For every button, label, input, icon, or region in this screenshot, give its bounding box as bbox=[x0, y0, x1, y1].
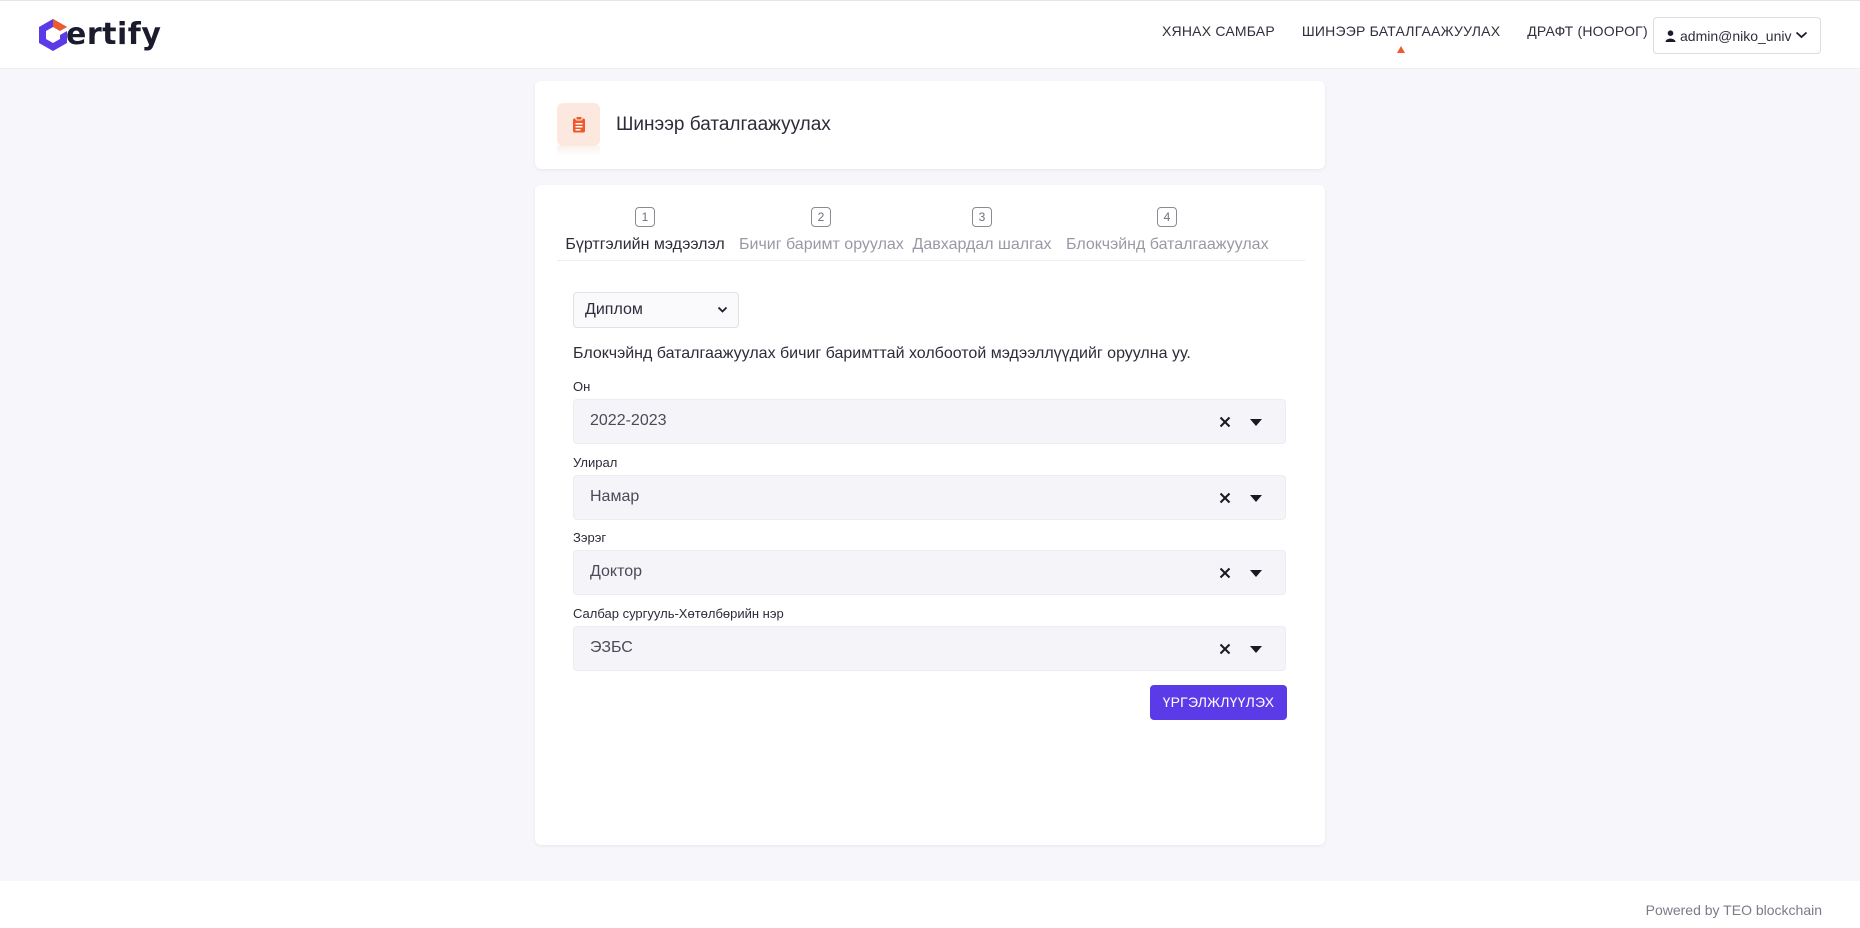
step-number: 3 bbox=[972, 207, 992, 227]
footer: Powered by TEO blockchain bbox=[0, 881, 1860, 928]
form-hint: Блокчэйнд баталгаажуулах бичиг баримттай… bbox=[573, 345, 1191, 362]
document-type-select[interactable]: Диплом bbox=[573, 292, 739, 328]
step-blockchain-verify[interactable]: 4 Блокчэйнд баталгаажуулах bbox=[1066, 207, 1269, 254]
clear-icon[interactable] bbox=[1217, 565, 1233, 581]
powered-by-text: Powered by TEO blockchain bbox=[1645, 902, 1822, 918]
school-program-select[interactable]: ЭЗБС bbox=[573, 626, 1286, 671]
clear-icon[interactable] bbox=[1217, 641, 1233, 657]
dropdown-arrow-icon[interactable] bbox=[1250, 570, 1262, 577]
step-number: 4 bbox=[1157, 207, 1177, 227]
page-title: Шинээр баталгаажуулах bbox=[616, 114, 831, 135]
year-label: Он bbox=[573, 379, 591, 394]
clipboard-icon bbox=[572, 116, 585, 133]
dropdown-arrow-icon[interactable] bbox=[1250, 419, 1262, 426]
logo-text: ertify bbox=[66, 17, 162, 52]
nav-new-verification[interactable]: ШИНЭЭР БАТАЛГААЖУУЛАХ bbox=[1301, 23, 1501, 53]
dropdown-arrow-icon[interactable] bbox=[1250, 646, 1262, 653]
degree-value: Доктор bbox=[590, 563, 643, 580]
degree-label: Зэрэг bbox=[573, 530, 607, 545]
clear-icon[interactable] bbox=[1217, 414, 1233, 430]
step-label: Бүртгэлийн мэдээлэл bbox=[565, 236, 725, 253]
continue-button[interactable]: ҮРГЭЛЖЛҮҮЛЭХ bbox=[1150, 685, 1287, 720]
step-label: Бичиг баримт оруулах bbox=[739, 236, 904, 253]
semester-select[interactable]: Намар bbox=[573, 475, 1286, 520]
semester-value: Намар bbox=[590, 488, 640, 505]
step-duplicate-check[interactable]: 3 Давхардал шалгах bbox=[912, 207, 1052, 254]
title-icon-box bbox=[557, 103, 600, 146]
main-nav: ХЯНАХ САМБАР ШИНЭЭР БАТАЛГААЖУУЛАХ ДРАФТ… bbox=[1162, 23, 1648, 53]
document-type-value: Диплом bbox=[585, 301, 643, 318]
top-navbar: ertify ХЯНАХ САМБАР ШИНЭЭР БАТАЛГААЖУУЛА… bbox=[0, 0, 1860, 69]
clear-icon[interactable] bbox=[1217, 490, 1233, 506]
stepper: 1 Бүртгэлийн мэдээлэл 2 Бичиг баримт ору… bbox=[557, 207, 1305, 261]
user-email: admin@niko_univ bbox=[1680, 27, 1792, 44]
logo-mark-icon bbox=[39, 19, 67, 51]
chevron-down-icon bbox=[1795, 31, 1808, 39]
step-number: 1 bbox=[635, 207, 655, 227]
active-nav-indicator bbox=[1397, 46, 1406, 53]
nav-new-verification-label: ШИНЭЭР БАТАЛГААЖУУЛАХ bbox=[1301, 23, 1501, 39]
year-select[interactable]: 2022-2023 bbox=[573, 399, 1286, 444]
registration-form-card: 1 Бүртгэлийн мэдээлэл 2 Бичиг баримт ору… bbox=[535, 185, 1325, 845]
dropdown-arrow-icon[interactable] bbox=[1250, 495, 1262, 502]
user-icon bbox=[1665, 29, 1676, 42]
nav-dashboard[interactable]: ХЯНАХ САМБАР bbox=[1162, 23, 1275, 39]
certify-logo[interactable]: ertify bbox=[38, 17, 161, 53]
year-value: 2022-2023 bbox=[590, 412, 667, 429]
step-label: Давхардал шалгах bbox=[912, 236, 1052, 253]
title-icon-shadow bbox=[557, 146, 600, 156]
semester-label: Улирал bbox=[573, 455, 618, 470]
chevron-down-icon bbox=[717, 306, 728, 313]
step-upload-document[interactable]: 2 Бичиг баримт оруулах bbox=[739, 207, 904, 254]
user-menu-button[interactable]: admin@niko_univ bbox=[1653, 17, 1821, 54]
step-registration-info[interactable]: 1 Бүртгэлийн мэдээлэл bbox=[557, 207, 733, 254]
nav-drafts[interactable]: ДРАФТ (НООРОГ) bbox=[1527, 23, 1648, 39]
step-number: 2 bbox=[811, 207, 831, 227]
step-label: Блокчэйнд баталгаажуулах bbox=[1066, 236, 1269, 253]
degree-select[interactable]: Доктор bbox=[573, 550, 1286, 595]
school-program-value: ЭЗБС bbox=[590, 639, 633, 656]
page-header-card: Шинээр баталгаажуулах bbox=[535, 81, 1325, 169]
school-program-label: Салбар сургууль-Хөтөлбөрийн нэр bbox=[573, 606, 784, 621]
